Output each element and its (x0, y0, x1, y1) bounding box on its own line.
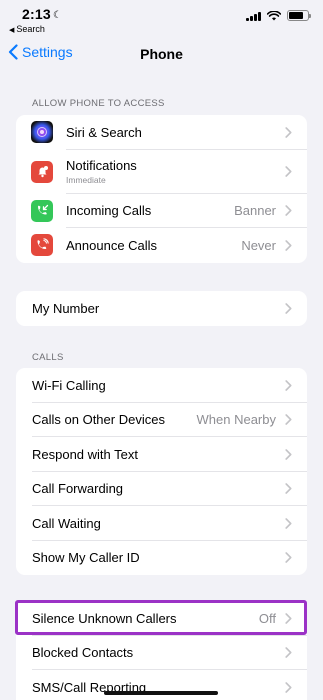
chevron-right-icon (285, 483, 292, 495)
blocked-contacts-label: Blocked Contacts (32, 645, 134, 661)
respond-with-text-label: Respond with Text (32, 446, 138, 462)
page-title: Phone (140, 46, 183, 62)
blocking-group: Silence Unknown Callers Off Blocked Cont… (16, 601, 307, 700)
allow-access-group: Siri & Search Notifications Immediate In… (16, 115, 307, 263)
silence-unknown-callers-value: Off (258, 610, 276, 626)
back-app-label: Search (16, 24, 45, 34)
show-caller-id-row[interactable]: Show My Caller ID (16, 541, 307, 576)
status-time-text: 2:13 (22, 6, 51, 22)
moon-icon: ☾ (52, 10, 62, 21)
incoming-calls-value: Banner (234, 203, 276, 219)
status-bar: 2:13 ☾ ◀ Search (0, 0, 323, 38)
blocked-contacts-row[interactable]: Blocked Contacts (16, 636, 307, 670)
home-indicator (104, 691, 218, 695)
my-number-row[interactable]: My Number (16, 291, 307, 326)
chevron-right-icon (285, 239, 292, 251)
chevron-right-icon (285, 552, 292, 564)
respond-with-text-row[interactable]: Respond with Text (16, 437, 307, 472)
silence-unknown-callers-label: Silence Unknown Callers (32, 610, 177, 626)
announce-calls-icon (31, 234, 53, 257)
call-waiting-row[interactable]: Call Waiting (16, 506, 307, 541)
incoming-calls-label: Incoming Calls (66, 203, 152, 219)
wifi-calling-label: Wi-Fi Calling (32, 377, 106, 393)
battery-icon (287, 10, 311, 21)
navigation-bar: Settings Phone (0, 38, 323, 72)
status-time: 2:13 ☾ (22, 6, 62, 22)
notifications-sublabel: Immediate (66, 175, 106, 185)
chevron-right-icon (285, 414, 292, 426)
notifications-icon (31, 160, 53, 183)
calls-header: CALLS (32, 352, 64, 363)
chevron-right-icon (285, 612, 292, 624)
wifi-calling-row[interactable]: Wi-Fi Calling (16, 368, 307, 403)
notifications-label: Notifications (66, 158, 137, 173)
incoming-calls-icon (31, 199, 53, 222)
chevron-right-icon (285, 302, 292, 314)
calls-group: Wi-Fi Calling Calls on Other Devices Whe… (16, 368, 307, 575)
wifi-icon (267, 10, 281, 20)
notifications-row[interactable]: Notifications Immediate (16, 150, 307, 194)
announce-calls-row[interactable]: Announce Calls Never (16, 228, 307, 263)
my-number-group: My Number (16, 291, 307, 326)
show-caller-id-label: Show My Caller ID (32, 550, 140, 566)
incoming-calls-row[interactable]: Incoming Calls Banner (16, 194, 307, 228)
silence-unknown-callers-row[interactable]: Silence Unknown Callers Off (16, 601, 307, 636)
announce-calls-value: Never (241, 237, 276, 253)
siri-search-row[interactable]: Siri & Search (16, 115, 307, 150)
call-forwarding-row[interactable]: Call Forwarding (16, 472, 307, 506)
chevron-right-icon (285, 205, 292, 217)
announce-calls-label: Announce Calls (66, 237, 158, 253)
calls-other-devices-label: Calls on Other Devices (32, 412, 165, 428)
back-to-app-link[interactable]: ◀ Search (9, 24, 45, 34)
calls-other-devices-value: When Nearby (196, 412, 276, 428)
chevron-right-icon (285, 379, 292, 391)
chevron-right-icon (285, 517, 292, 529)
calls-other-devices-row[interactable]: Calls on Other Devices When Nearby (16, 403, 307, 437)
chevron-right-icon (285, 448, 292, 460)
allow-access-header: ALLOW PHONE TO ACCESS (32, 98, 165, 109)
cellular-signal-icon (246, 11, 261, 21)
siri-icon (31, 121, 53, 144)
chevron-right-icon (285, 681, 292, 693)
call-forwarding-label: Call Forwarding (32, 481, 124, 497)
back-triangle-icon: ◀ (9, 27, 15, 34)
siri-search-label: Siri & Search (66, 124, 142, 140)
chevron-right-icon (285, 647, 292, 659)
chevron-right-icon (285, 166, 292, 177)
call-waiting-label: Call Waiting (32, 515, 101, 531)
sms-call-reporting-row[interactable]: SMS/Call Reporting (16, 670, 307, 700)
my-number-label: My Number (32, 300, 100, 316)
status-icons (246, 10, 311, 21)
chevron-right-icon (285, 126, 292, 138)
